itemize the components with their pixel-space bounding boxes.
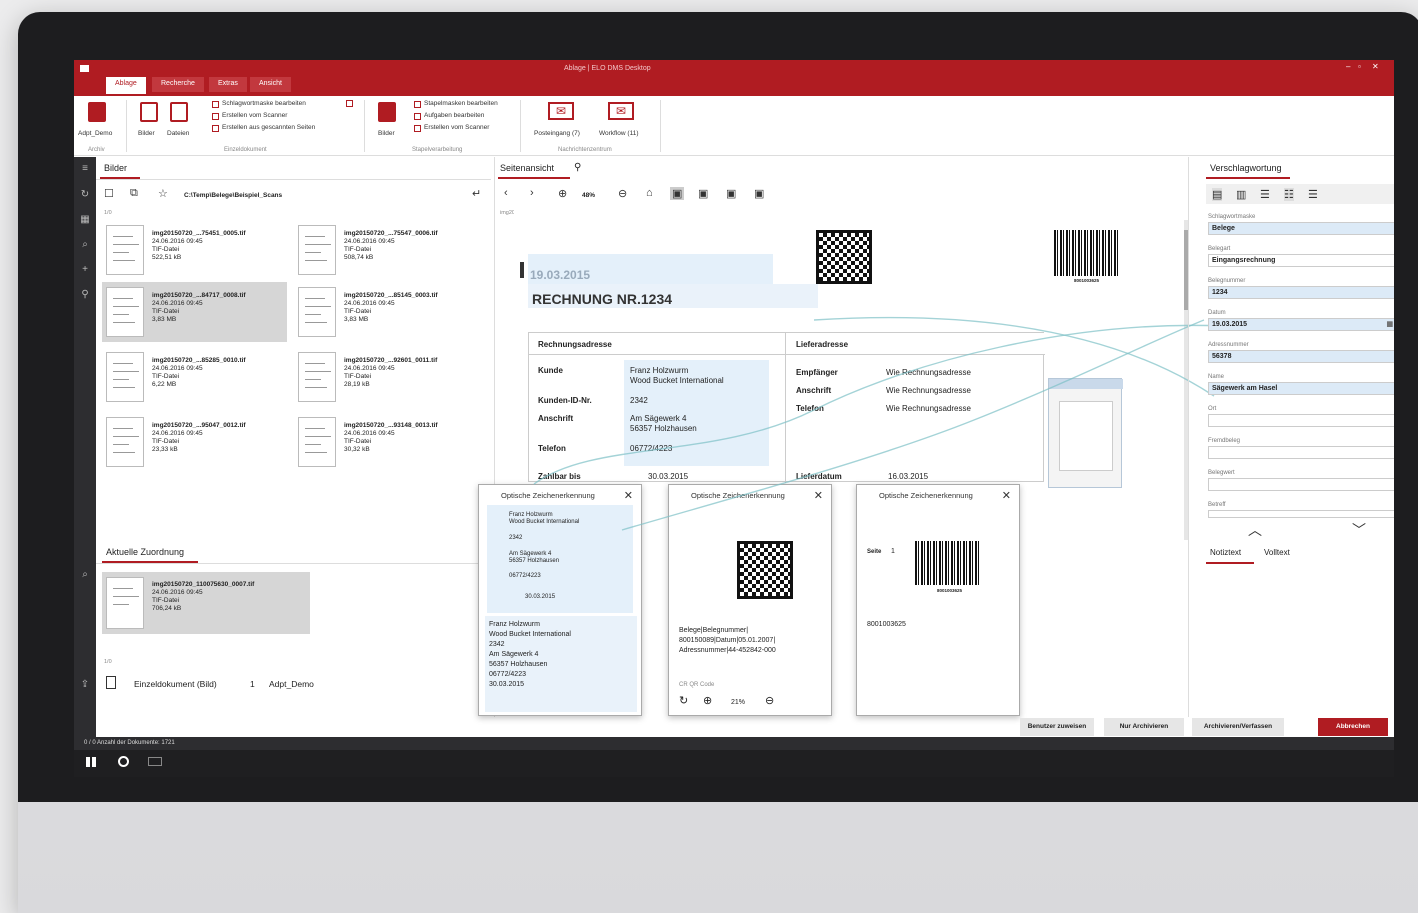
archivieren-verfassen-button[interactable]: Archivieren/Verfassen — [1192, 718, 1284, 736]
field-name: Name Sägewerk am Hasel⋯ — [1208, 374, 1394, 395]
field-label: Ort — [1208, 406, 1217, 412]
belegnummer-input[interactable]: 1234⋯ — [1208, 286, 1394, 299]
taskbar — [74, 750, 1394, 777]
view-toolbar — [1206, 184, 1394, 204]
field-betreff: Betreff — [1208, 502, 1394, 518]
monitor-bezel: Ablage | ELO DMS Desktop – ▫ ✕ Ablage Re… — [18, 12, 1418, 802]
field-label: Belegart — [1208, 246, 1231, 252]
detail-view-icon[interactable]: ☷ — [1284, 188, 1294, 201]
tab-notiztext[interactable]: Notiztext — [1210, 548, 1241, 557]
field-belegwert: Belegwert ⋯ — [1208, 470, 1394, 491]
field-belegart: Belegart Eingangsrechnung⋯ — [1208, 246, 1394, 267]
verschlagwortung-title: Verschlagwortung — [1210, 163, 1282, 173]
cortana-icon[interactable] — [118, 756, 129, 767]
table-view-icon[interactable]: ▥ — [1236, 188, 1246, 201]
field-datum: Datum 19.03.2015▦ ⋯ — [1208, 310, 1394, 331]
monitor-frame: Ablage | ELO DMS Desktop – ▫ ✕ Ablage Re… — [18, 12, 1418, 913]
compact-view-icon[interactable]: ☰ — [1308, 188, 1318, 201]
name-input[interactable]: Sägewerk am Hasel⋯ — [1208, 382, 1394, 395]
ort-input[interactable]: ⋯ — [1208, 414, 1394, 427]
list-view-icon[interactable]: ☰ — [1260, 188, 1270, 201]
datum-input[interactable]: 19.03.2015▦ ⋯ — [1208, 318, 1394, 331]
field-label: Belegnummer — [1208, 278, 1246, 284]
task-view-icon[interactable] — [148, 757, 162, 766]
abbrechen-button[interactable]: Abbrechen — [1318, 718, 1388, 736]
windows-start-icon[interactable] — [86, 757, 96, 767]
field-label: Datum — [1208, 310, 1226, 316]
fremdbeleg-input[interactable]: ⋯ — [1208, 446, 1394, 459]
chevron-down-icon[interactable]: ﹀ — [1352, 520, 1366, 540]
verschlagwortung-underline — [1206, 177, 1290, 179]
field-label: Adressnummer — [1208, 342, 1249, 348]
field-belegnummer: Belegnummer 1234⋯ — [1208, 278, 1394, 299]
field-schlagwortmaske: Schlagwortmaske Belege⌄ — [1208, 214, 1394, 235]
betreff-input[interactable] — [1208, 510, 1394, 518]
field-label: Belegwert — [1208, 470, 1235, 476]
nur-archivieren-button[interactable]: Nur Archivieren — [1104, 718, 1184, 736]
status-text: 0 / 0 Anzahl der Dokumente: 1721 — [84, 740, 175, 746]
calendar-icon[interactable]: ▦ ⋯ — [1386, 320, 1394, 328]
field-label: Schlagwortmaske — [1208, 214, 1256, 220]
field-label: Betreff — [1208, 502, 1226, 508]
adressnummer-input[interactable]: 56378⋯ — [1208, 350, 1394, 363]
field-label: Name — [1208, 374, 1225, 380]
form-view-icon[interactable]: ▤ — [1212, 188, 1223, 201]
field-ort: Ort ⋯ — [1208, 406, 1394, 427]
ocr-connector-lines — [533, 316, 1225, 531]
chevron-up-icon[interactable]: ︿ — [1248, 520, 1262, 540]
belegwert-input[interactable]: ⋯ — [1208, 478, 1394, 491]
benutzer-zuweisen-button[interactable]: Benutzer zuweisen — [1020, 718, 1094, 736]
status-bar: 0 / 0 Anzahl der Dokumente: 1721 — [74, 737, 1394, 750]
field-adressnummer: Adressnummer 56378⋯ — [1208, 342, 1394, 363]
notiztext-underline — [1206, 562, 1254, 564]
schlagwortmaske-select[interactable]: Belege⌄ — [1208, 222, 1394, 235]
belegart-input[interactable]: Eingangsrechnung⋯ — [1208, 254, 1394, 267]
tab-volltext[interactable]: Volltext — [1264, 548, 1290, 557]
field-label: Fremdbeleg — [1208, 438, 1241, 444]
app-window: Ablage | ELO DMS Desktop – ▫ ✕ Ablage Re… — [74, 60, 1394, 777]
field-fremdbeleg: Fremdbeleg ⋯ — [1208, 438, 1394, 459]
